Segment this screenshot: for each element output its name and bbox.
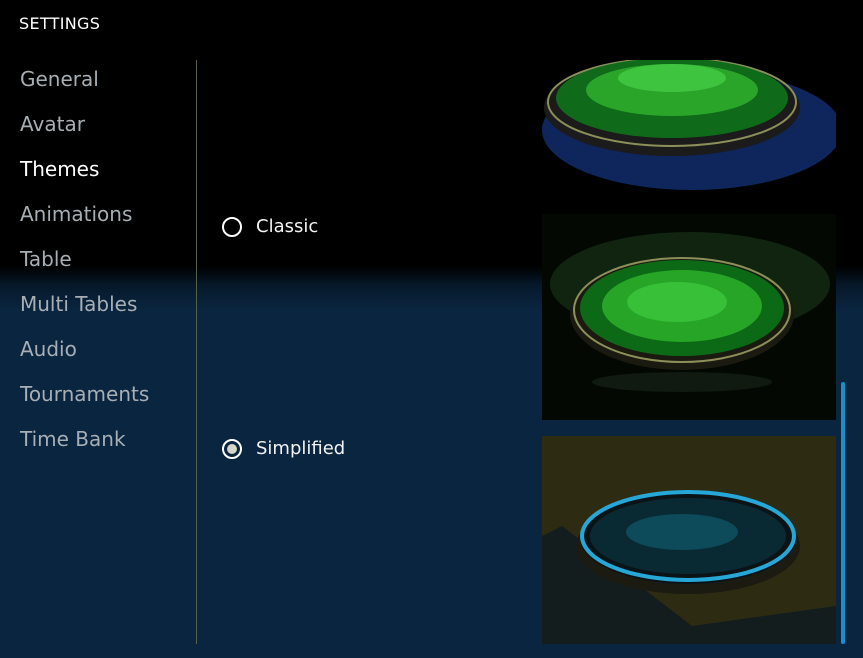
sidebar-item-themes[interactable]: Themes: [0, 150, 196, 195]
sidebar-item-table[interactable]: Table: [0, 240, 196, 285]
radio-unselected[interactable]: [222, 216, 242, 237]
theme-preview-partial: [542, 60, 836, 198]
sidebar-item-animations[interactable]: Animations: [0, 195, 196, 240]
radio-selected[interactable]: [222, 438, 242, 459]
scrollbar[interactable]: [841, 382, 845, 644]
page-title: SETTINGS: [19, 14, 101, 33]
sidebar-divider: [196, 60, 197, 644]
theme-preview-classic[interactable]: [542, 214, 836, 420]
sidebar-item-avatar[interactable]: Avatar: [0, 105, 196, 150]
settings-sidebar: General Avatar Themes Animations Table M…: [0, 60, 196, 465]
sidebar-item-multi-tables[interactable]: Multi Tables: [0, 285, 196, 330]
theme-preview-simplified[interactable]: [542, 436, 836, 644]
sidebar-item-tournaments[interactable]: Tournaments: [0, 375, 196, 420]
theme-option-classic[interactable]: Classic: [222, 216, 318, 237]
sidebar-item-audio[interactable]: Audio: [0, 330, 196, 375]
theme-option-simplified[interactable]: Simplified: [222, 438, 345, 459]
sidebar-item-time-bank[interactable]: Time Bank: [0, 420, 196, 465]
theme-option-label: Simplified: [256, 438, 346, 459]
sidebar-item-general[interactable]: General: [0, 60, 196, 105]
theme-option-label: Classic: [256, 216, 319, 237]
radio-dot: [227, 443, 237, 454]
